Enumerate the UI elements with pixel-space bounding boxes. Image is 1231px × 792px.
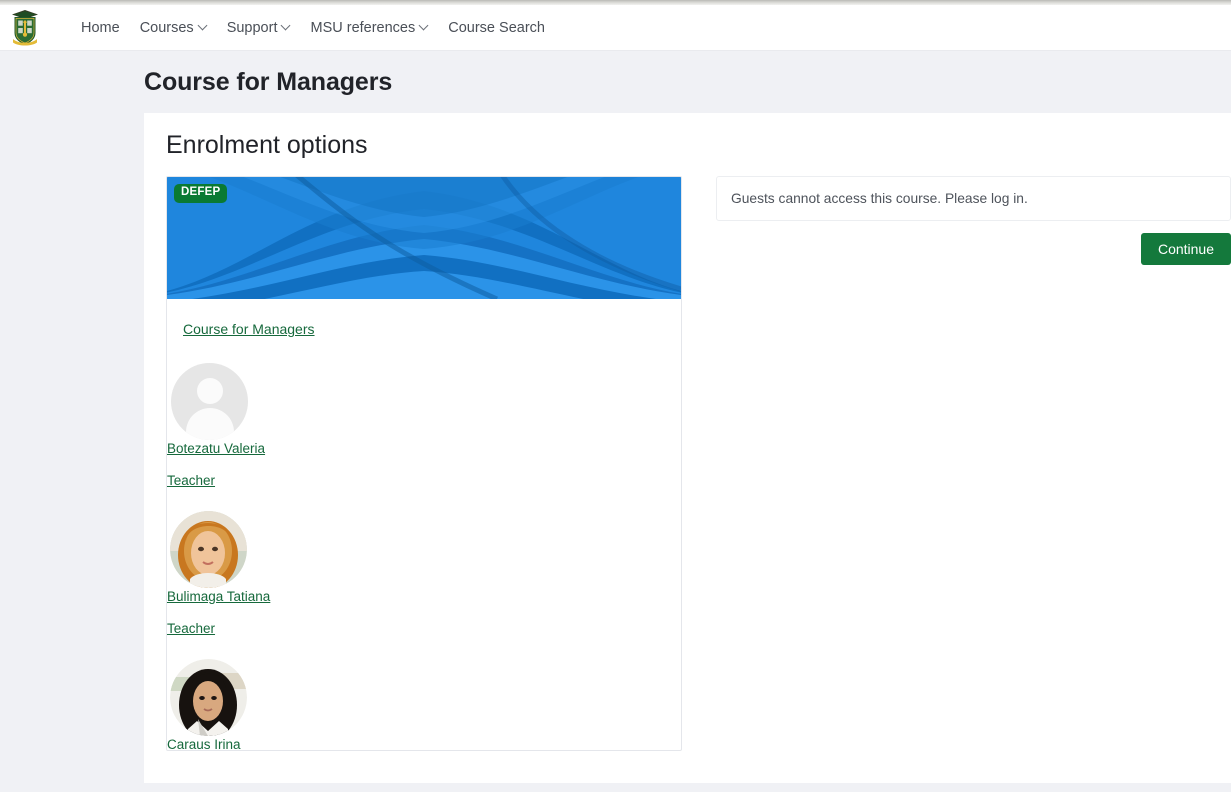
nav-item-home[interactable]: Home [71,16,130,40]
guest-access-notice-text: Guests cannot access this course. Please… [731,191,1028,206]
content-container: Enrolment options [144,113,1231,783]
teacher-entry: Bulimaga Tatiana Teacher [167,511,681,638]
nav-item-home-label: Home [81,20,120,36]
university-logo-icon[interactable] [10,9,40,47]
course-badge-defep: DEFEP [174,184,227,203]
nav-item-courses-label: Courses [140,20,194,36]
teacher-name-link[interactable]: Botezatu Valeria [167,441,265,456]
nav-items-list: Home Courses Support MSU references Cour… [71,16,555,40]
page-title: Course for Managers [144,68,392,97]
chevron-down-icon [420,22,428,30]
nav-item-courses[interactable]: Courses [130,16,217,40]
continue-button-row: Continue [716,233,1231,265]
chevron-down-icon [282,22,290,30]
teacher-role-link[interactable]: Teacher [167,621,215,636]
teacher-entry: Botezatu Valeria Teacher [167,363,681,490]
teacher-name-link[interactable]: Caraus Irina [167,737,241,751]
enrolment-method-panel: Guests cannot access this course. Please… [716,176,1231,265]
nav-item-msu-references-label: MSU references [310,20,415,36]
page-root: Home Courses Support MSU references Cour… [0,0,1231,792]
nav-item-course-search[interactable]: Course Search [438,16,555,40]
avatar-photo[interactable] [170,511,247,588]
nav-item-msu-references[interactable]: MSU references [300,16,438,40]
course-summary-card: DEFEP Course for Managers Botezatu Valer… [166,176,682,751]
main-navbar: Home Courses Support MSU references Cour… [0,5,1231,51]
section-title: Enrolment options [166,131,368,160]
nav-item-course-search-label: Course Search [448,20,545,36]
course-banner-image: DEFEP [167,177,681,299]
continue-button[interactable]: Continue [1141,233,1231,265]
guest-access-notice: Guests cannot access this course. Please… [716,176,1231,221]
teacher-name-link[interactable]: Bulimaga Tatiana [167,589,270,604]
course-title-link[interactable]: Course for Managers [183,321,315,337]
teacher-role-link[interactable]: Teacher [167,473,215,488]
nav-item-support[interactable]: Support [217,16,301,40]
teacher-entry: Caraus Irina Teacher [167,659,681,751]
chevron-down-icon [199,22,207,30]
avatar-default-user-icon[interactable] [171,363,248,440]
course-card-body: Course for Managers Botezatu Valeria Tea… [167,299,681,751]
teacher-list: Botezatu Valeria Teacher [167,363,681,751]
avatar-photo[interactable] [170,659,247,736]
nav-item-support-label: Support [227,20,278,36]
page-header-band: Course for Managers [0,52,1231,113]
